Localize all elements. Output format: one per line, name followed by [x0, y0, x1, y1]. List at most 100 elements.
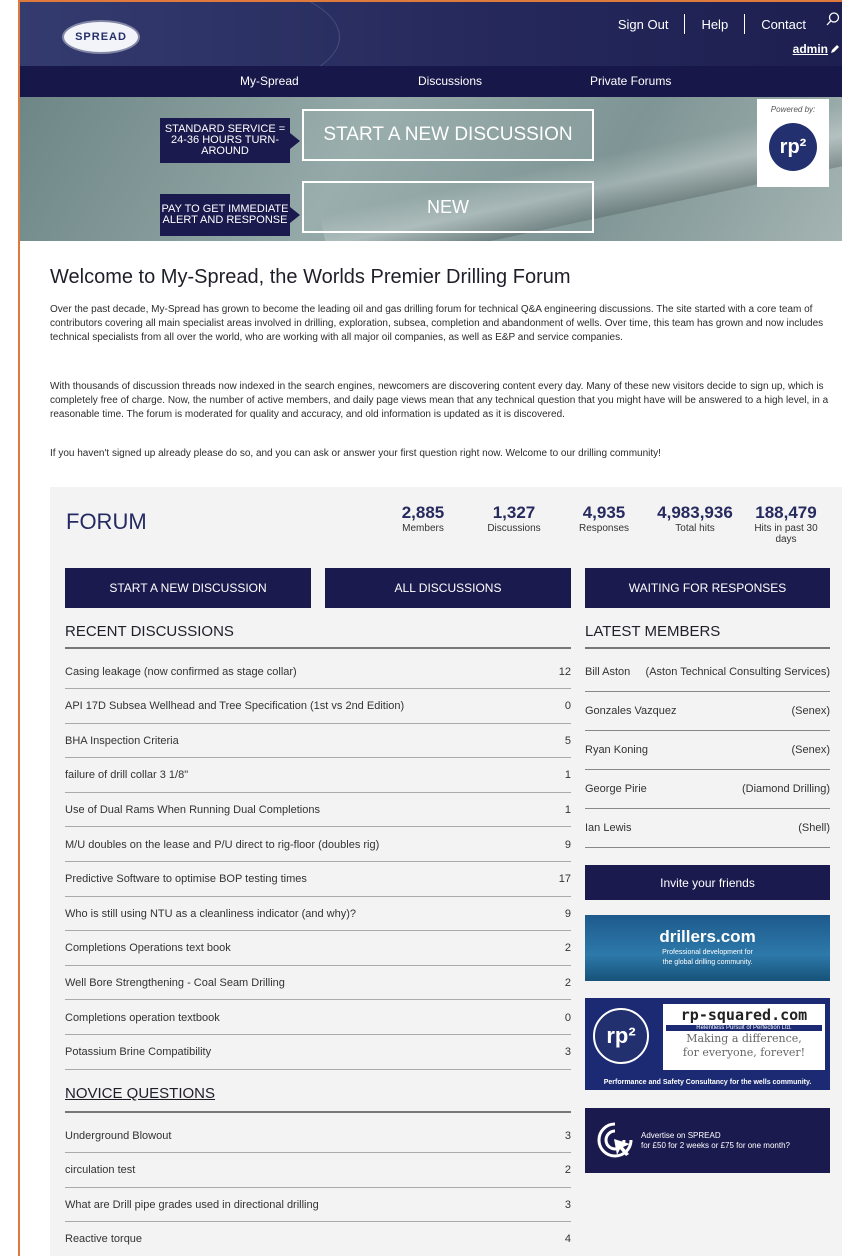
rp-squared-footer: Performance and Safety Consultancy for t… [603, 1079, 812, 1086]
recent-discussion-row[interactable]: Who is still using NTU as a cleanliness … [65, 897, 571, 932]
response-count: 1 [564, 803, 571, 816]
advertise-line-1: Advertise on SPREAD [641, 1131, 721, 1140]
discussion-title-link[interactable]: M/U doubles on the lease and P/U direct … [65, 839, 551, 851]
pay-alert-tag: PAY TO GET IMMEDIATE ALERT AND RESPONSE [160, 194, 300, 236]
powered-by-label: Powered by: [770, 105, 816, 114]
recent-discussion-row[interactable]: Completions Operations text book 2 [65, 932, 571, 966]
advertise-ad[interactable]: Advertise on SPREAD for £50 for 2 weeks … [585, 1108, 830, 1173]
recent-discussion-row[interactable]: BHA Inspection Criteria 5 [65, 724, 571, 759]
nav-item-discussions[interactable]: Discussions [418, 74, 482, 88]
response-count: 5 [564, 734, 571, 747]
response-count: 3 [564, 1129, 571, 1142]
discussion-title-link[interactable]: Well Bore Strengthening - Coal Seam Dril… [65, 977, 551, 989]
stat-responses: 4,935 Responses [570, 503, 638, 534]
rp-squared-ad-text-box: rp-squared.com Relentless Pursuit of Per… [663, 1004, 825, 1070]
waiting-for-responses-button[interactable]: WAITING FOR RESPONSES [585, 568, 830, 608]
stat-value: 4,983,936 [657, 503, 733, 522]
new-priority-button[interactable]: NEW [302, 181, 594, 233]
member-row[interactable]: George Pirie (Diamond Drilling) [585, 770, 830, 809]
response-count: 9 [564, 838, 571, 851]
standard-service-tag: STANDARD SERVICE = 24-36 HOURS TURN-AROU… [160, 118, 300, 163]
member-name[interactable]: Gonzales Vazquez [585, 705, 677, 717]
drillers-com-ad[interactable]: drillers.com Professional development fo… [585, 915, 830, 981]
intro-paragraph-3: If you haven't signed up already please … [50, 448, 661, 459]
stat-value: 1,327 [492, 503, 536, 522]
help-link[interactable]: Help [701, 17, 728, 32]
start-new-discussion-button[interactable]: START A NEW DISCUSSION [65, 568, 311, 608]
novice-question-row[interactable]: Underground Blowout 3 [65, 1119, 571, 1153]
discussion-title-link[interactable]: Predictive Software to optimise BOP test… [65, 873, 551, 885]
powered-by-box[interactable]: Powered by: rp² [757, 99, 829, 187]
all-discussions-button[interactable]: ALL DISCUSSIONS [325, 568, 571, 608]
response-count: 17 [558, 873, 571, 886]
welcome-title: Welcome to My-Spread, the Worlds Premier… [50, 266, 571, 288]
rp-squared-ad[interactable]: rp² rp-squared.com Relentless Pursuit of… [585, 998, 830, 1090]
contact-link[interactable]: Contact [761, 17, 806, 32]
recent-discussion-row[interactable]: Potassium Brine Compatibility 3 [65, 1036, 571, 1070]
stat-value: 2,885 [401, 503, 445, 522]
discussion-title-link[interactable]: failure of drill collar 3 1/8" [65, 769, 551, 781]
novice-question-row[interactable]: What are Drill pipe grades used in direc… [65, 1188, 571, 1223]
stat-label: Responses [578, 523, 630, 534]
discussion-title-link[interactable]: Completions operation textbook [65, 1012, 551, 1024]
section-rule [585, 647, 830, 649]
recent-discussion-row[interactable]: Well Bore Strengthening - Coal Seam Dril… [65, 966, 571, 1001]
sign-out-link[interactable]: Sign Out [618, 17, 669, 32]
response-count: 3 [564, 1198, 571, 1211]
drillers-ad-title: drillers.com [659, 927, 756, 946]
discussion-title-link[interactable]: Potassium Brine Compatibility [65, 1046, 551, 1058]
recent-discussion-row[interactable]: API 17D Subsea Wellhead and Tree Specifi… [65, 690, 571, 724]
novice-question-row[interactable]: Reactive torque 4 [65, 1223, 571, 1256]
member-row[interactable]: Bill Aston (Aston Technical Consulting Se… [585, 653, 830, 692]
recent-discussion-row[interactable]: failure of drill collar 3 1/8" 1 [65, 759, 571, 793]
divider [744, 14, 746, 34]
response-count: 0 [564, 700, 571, 713]
discussion-title-link[interactable]: Underground Blowout [65, 1130, 551, 1142]
recent-discussion-row[interactable]: Completions operation textbook 0 [65, 1001, 571, 1035]
recent-discussion-row[interactable]: Use of Dual Rams When Running Dual Compl… [65, 793, 571, 828]
response-count: 0 [564, 1011, 571, 1024]
invite-friends-button[interactable]: Invite your friends [585, 865, 830, 900]
rp-squared-slogan-1: Making a difference, [686, 1032, 802, 1045]
stat-value: 188,479 [755, 503, 817, 522]
stat-label: Discussions [487, 523, 541, 534]
latest-members-heading: LATEST MEMBERS [585, 623, 721, 640]
nav-item-my-spread[interactable]: My-Spread [240, 74, 299, 88]
admin-user-link[interactable]: admin [793, 42, 828, 56]
discussion-title-link[interactable]: Completions Operations text book [65, 942, 551, 954]
drillers-ad-subtitle-2: the global drilling community. [662, 959, 753, 966]
discussion-title-link[interactable]: circulation test [65, 1164, 551, 1176]
member-row[interactable]: Ian Lewis (Shell) [585, 809, 830, 848]
divider [684, 14, 686, 34]
member-name[interactable]: Ryan Koning [585, 744, 648, 756]
recent-discussion-row[interactable]: Casing leakage (now confirmed as stage c… [65, 655, 571, 689]
member-name[interactable]: George Pirie [585, 783, 647, 795]
recent-discussion-row[interactable]: M/U doubles on the lease and P/U direct … [65, 828, 571, 862]
discussion-title-link[interactable]: Who is still using NTU as a cleanliness … [65, 908, 551, 920]
search-icon[interactable] [826, 12, 840, 26]
discussion-title-link[interactable]: What are Drill pipe grades used in direc… [65, 1199, 551, 1211]
member-name[interactable]: Ian Lewis [585, 822, 631, 834]
member-name[interactable]: Bill Aston [585, 666, 630, 678]
nav-item-private-forums[interactable]: Private Forums [590, 74, 671, 88]
member-company: (Diamond Drilling) [741, 783, 830, 795]
discussion-title-link[interactable]: BHA Inspection Criteria [65, 735, 551, 747]
discussion-title-link[interactable]: Reactive torque [65, 1233, 551, 1245]
member-row[interactable]: Gonzales Vazquez (Senex) [585, 692, 830, 731]
member-company: (Aston Technical Consulting Services) [645, 666, 830, 678]
recent-discussion-row[interactable]: Predictive Software to optimise BOP test… [65, 863, 571, 897]
discussion-title-link[interactable]: Casing leakage (now confirmed as stage c… [65, 666, 551, 678]
stat-label: Hits in past 30 days [754, 523, 818, 545]
novice-question-row[interactable]: circulation test 2 [65, 1154, 571, 1188]
spread-logo[interactable]: SPREAD [64, 22, 138, 52]
page: SPREAD Sign Out Help Contact admin My-Sp… [0, 0, 842, 1256]
discussion-title-link[interactable]: API 17D Subsea Wellhead and Tree Specifi… [65, 700, 551, 712]
stat-label: Members [402, 523, 444, 534]
start-discussion-banner-button[interactable]: START A NEW DISCUSSION [302, 109, 594, 161]
rp-squared-slogan-2: for everyone, forever! [682, 1046, 806, 1059]
discussion-title-link[interactable]: Use of Dual Rams When Running Dual Compl… [65, 804, 551, 816]
member-row[interactable]: Ryan Koning (Senex) [585, 731, 830, 770]
novice-questions-heading[interactable]: NOVICE QUESTIONS [65, 1085, 215, 1102]
advertise-line-2: for £50 for 2 weeks or £75 for one month… [641, 1141, 790, 1150]
pencil-icon[interactable] [830, 44, 840, 54]
